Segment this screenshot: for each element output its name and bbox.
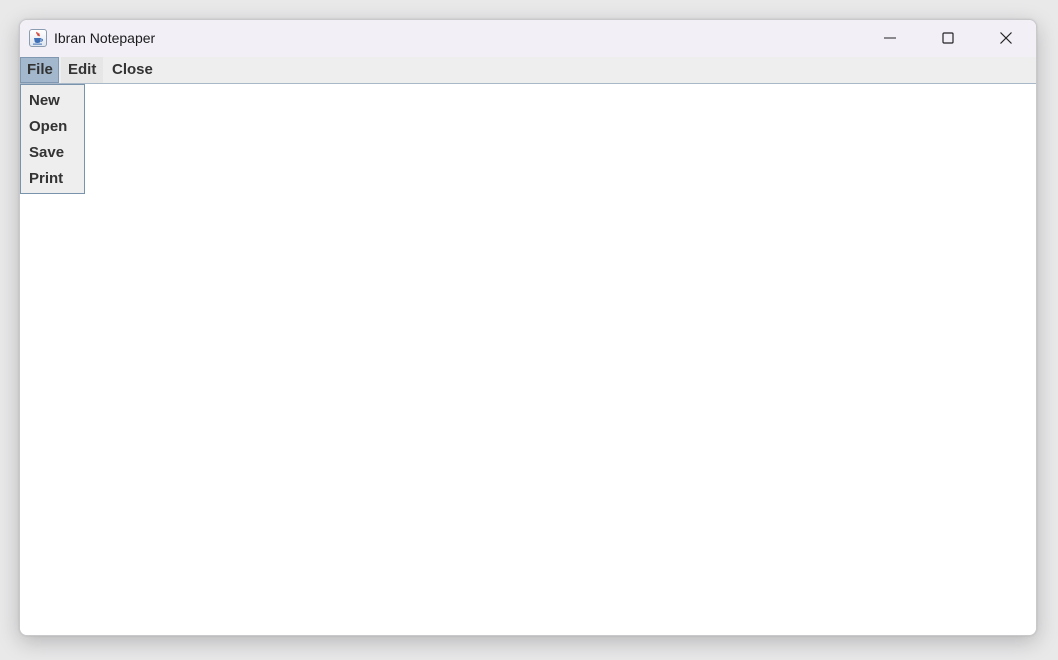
editor-text-area[interactable] <box>20 84 1036 635</box>
close-icon <box>1000 32 1012 44</box>
minimize-icon <box>884 37 896 39</box>
maximize-icon <box>942 32 954 44</box>
java-cup-icon <box>29 29 47 47</box>
menu-bar: File Edit Close <box>20 57 1036 84</box>
file-menu-dropdown: New Open Save Print <box>20 84 85 194</box>
menu-item-open[interactable]: Open <box>21 114 84 140</box>
menu-item-new[interactable]: New <box>21 88 84 114</box>
window-title: Ibran Notepaper <box>54 30 156 46</box>
title-bar[interactable]: Ibran Notepaper <box>20 20 1036 57</box>
menu-file[interactable]: File <box>20 57 59 83</box>
menu-item-save[interactable]: Save <box>21 140 84 166</box>
minimize-button[interactable] <box>861 20 919 57</box>
maximize-button[interactable] <box>919 20 977 57</box>
app-window: Ibran Notepaper File Edit Close New Open… <box>19 19 1037 636</box>
menu-edit[interactable]: Edit <box>61 57 104 83</box>
menu-close[interactable]: Close <box>105 57 160 83</box>
menu-item-print[interactable]: Print <box>21 166 84 192</box>
close-window-button[interactable] <box>977 20 1035 57</box>
